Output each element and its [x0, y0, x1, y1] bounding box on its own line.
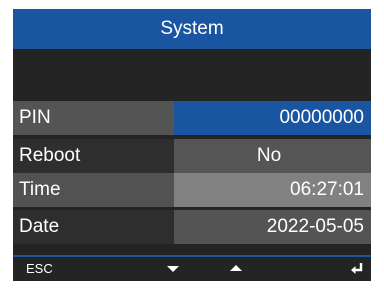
reboot-value[interactable]: No — [174, 139, 371, 173]
reboot-label: Reboot — [13, 139, 174, 173]
enter-return-icon[interactable] — [350, 262, 364, 274]
time-label: Time — [13, 173, 174, 207]
triangle-up-icon[interactable] — [230, 265, 242, 271]
triangle-down-icon[interactable] — [167, 266, 179, 272]
device-screen: System PIN 00000000 Reboot No Time 06:27… — [13, 9, 371, 281]
esc-button[interactable]: ESC — [26, 261, 53, 276]
row-pin[interactable]: PIN 00000000 — [13, 101, 371, 135]
softkey-bar: ESC — [13, 255, 371, 281]
pin-value[interactable]: 00000000 — [174, 101, 371, 135]
pin-label: PIN — [13, 101, 174, 135]
row-reboot[interactable]: Reboot No — [13, 139, 371, 173]
date-label: Date — [13, 210, 174, 244]
row-date[interactable]: Date 2022-05-05 — [13, 210, 371, 244]
time-value[interactable]: 06:27:01 — [174, 173, 371, 207]
screen-title: System — [13, 9, 371, 49]
date-value[interactable]: 2022-05-05 — [174, 210, 371, 244]
row-time[interactable]: Time 06:27:01 — [13, 173, 371, 207]
